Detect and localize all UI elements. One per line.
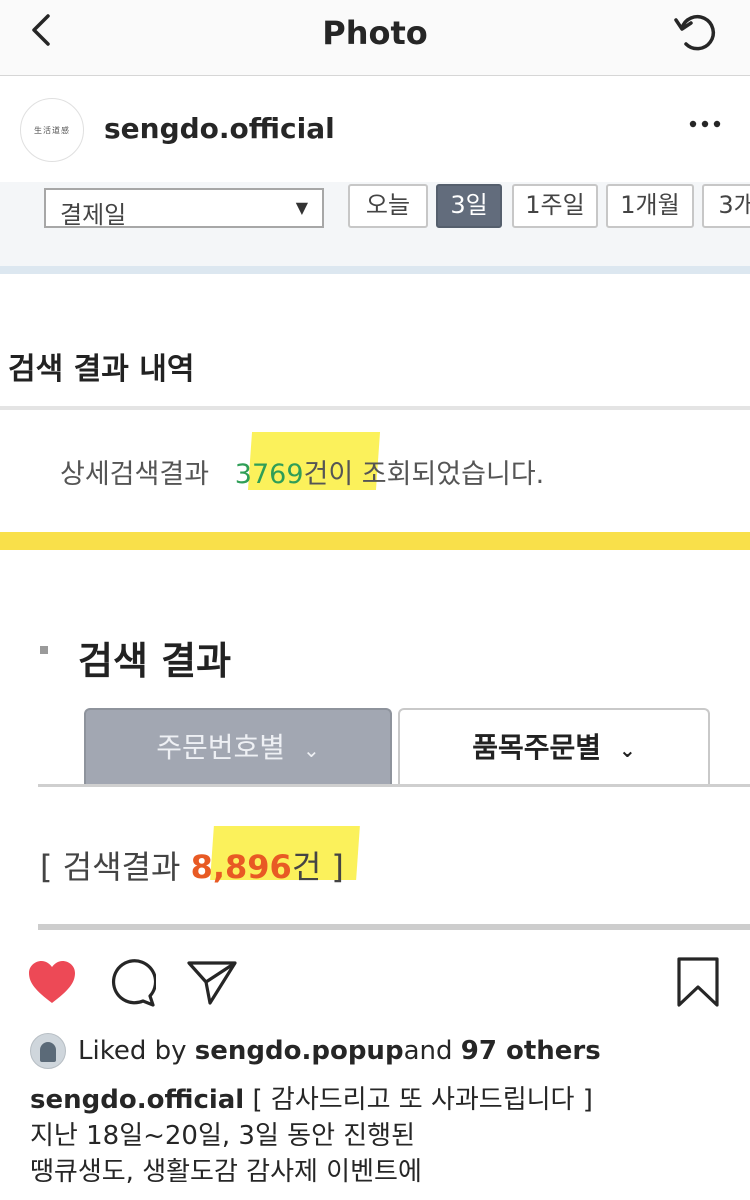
avatar-logo-text: 生活道感 — [34, 125, 70, 135]
profile-avatar[interactable]: 生活道感 — [20, 98, 84, 162]
tab-label: 주문번호별 — [156, 731, 286, 764]
date-button-today: 오늘 — [348, 184, 428, 228]
liker-avatar — [30, 1033, 66, 1069]
date-button-1week: 1주일 — [512, 184, 598, 228]
likes-others[interactable]: 97 others — [461, 1036, 601, 1066]
heart-icon[interactable] — [26, 958, 78, 1006]
comment-icon[interactable] — [106, 958, 156, 1008]
post-username[interactable]: sengdo.official — [104, 112, 335, 145]
date-type-value: 결제일 — [60, 201, 127, 229]
bookmark-icon[interactable] — [676, 956, 720, 1008]
divider — [0, 266, 750, 274]
tab-by-item-order: 품목주문별 ⌄ — [398, 708, 710, 786]
chevron-down-icon: ⌄ — [619, 738, 636, 762]
post-photo[interactable]: 결제일 ▼ 오늘 3일 1주일 1개월 3개 검색 결과 내역 상세검색결과 3… — [0, 182, 750, 934]
search-result-count-text: [ 검색결과 8,896건 ] — [40, 842, 344, 888]
refresh-icon[interactable] — [672, 6, 722, 56]
liker-username[interactable]: sengdo.popup — [195, 1036, 404, 1066]
more-options-icon[interactable] — [688, 114, 722, 134]
yellow-divider — [0, 532, 750, 550]
result1-prefix: 상세검색결과 — [60, 459, 210, 490]
date-type-select: 결제일 ▼ — [44, 188, 324, 229]
likes-middle: and — [403, 1036, 453, 1066]
share-icon[interactable] — [186, 958, 238, 1006]
post-action-bar — [0, 934, 750, 1024]
post-header: 生活道感 sengdo.official — [0, 76, 750, 182]
top-nav-bar: Photo — [0, 0, 750, 76]
search-result-history-title: 검색 결과 내역 — [8, 352, 195, 387]
date-button-1month: 1개월 — [606, 184, 694, 228]
bullet-mark — [40, 646, 48, 654]
caption-text-1: [ 감사드리고 또 사과드립니다 ] — [244, 1085, 593, 1115]
divider — [38, 784, 750, 787]
page-title: Photo — [322, 14, 428, 52]
date-button-3months: 3개 — [702, 184, 750, 228]
result1-suffix: 건이 조회되었습니다. — [303, 459, 545, 490]
result2-suffix: 건 ] — [291, 848, 344, 886]
caption-username[interactable]: sengdo.official — [30, 1085, 244, 1115]
tab-label: 품목주문별 — [472, 731, 602, 764]
dropdown-arrow-icon: ▼ — [295, 198, 308, 217]
caption-line-3: 땡큐생도, 생활도감 감사제 이벤트에 — [30, 1157, 422, 1187]
result2-count: 8,896 — [190, 848, 292, 886]
caption-line-1: sengdo.official [ 감사드리고 또 사과드립니다 ] — [30, 1082, 730, 1118]
divider — [38, 924, 750, 930]
divider — [0, 406, 750, 410]
result1-count: 3769 — [234, 459, 304, 490]
result2-open: [ 검색결과 — [40, 848, 191, 886]
tab-by-order-number: 주문번호별 ⌄ — [84, 708, 392, 786]
likes-prefix: Liked by — [78, 1036, 187, 1066]
likes-summary[interactable]: Liked by sengdo.popup and 97 others — [30, 1032, 730, 1070]
post-caption: sengdo.official [ 감사드리고 또 사과드립니다 ] 지난 18… — [30, 1082, 730, 1190]
chevron-down-icon: ⌄ — [303, 738, 320, 762]
detail-search-result-text: 상세검색결과 3769건이 조회되었습니다. — [60, 452, 544, 491]
caption-line-2: 지난 18일~20일, 3일 동안 진행된 — [30, 1121, 416, 1151]
date-button-3days: 3일 — [436, 184, 502, 228]
search-result-title: 검색 결과 — [78, 639, 232, 683]
